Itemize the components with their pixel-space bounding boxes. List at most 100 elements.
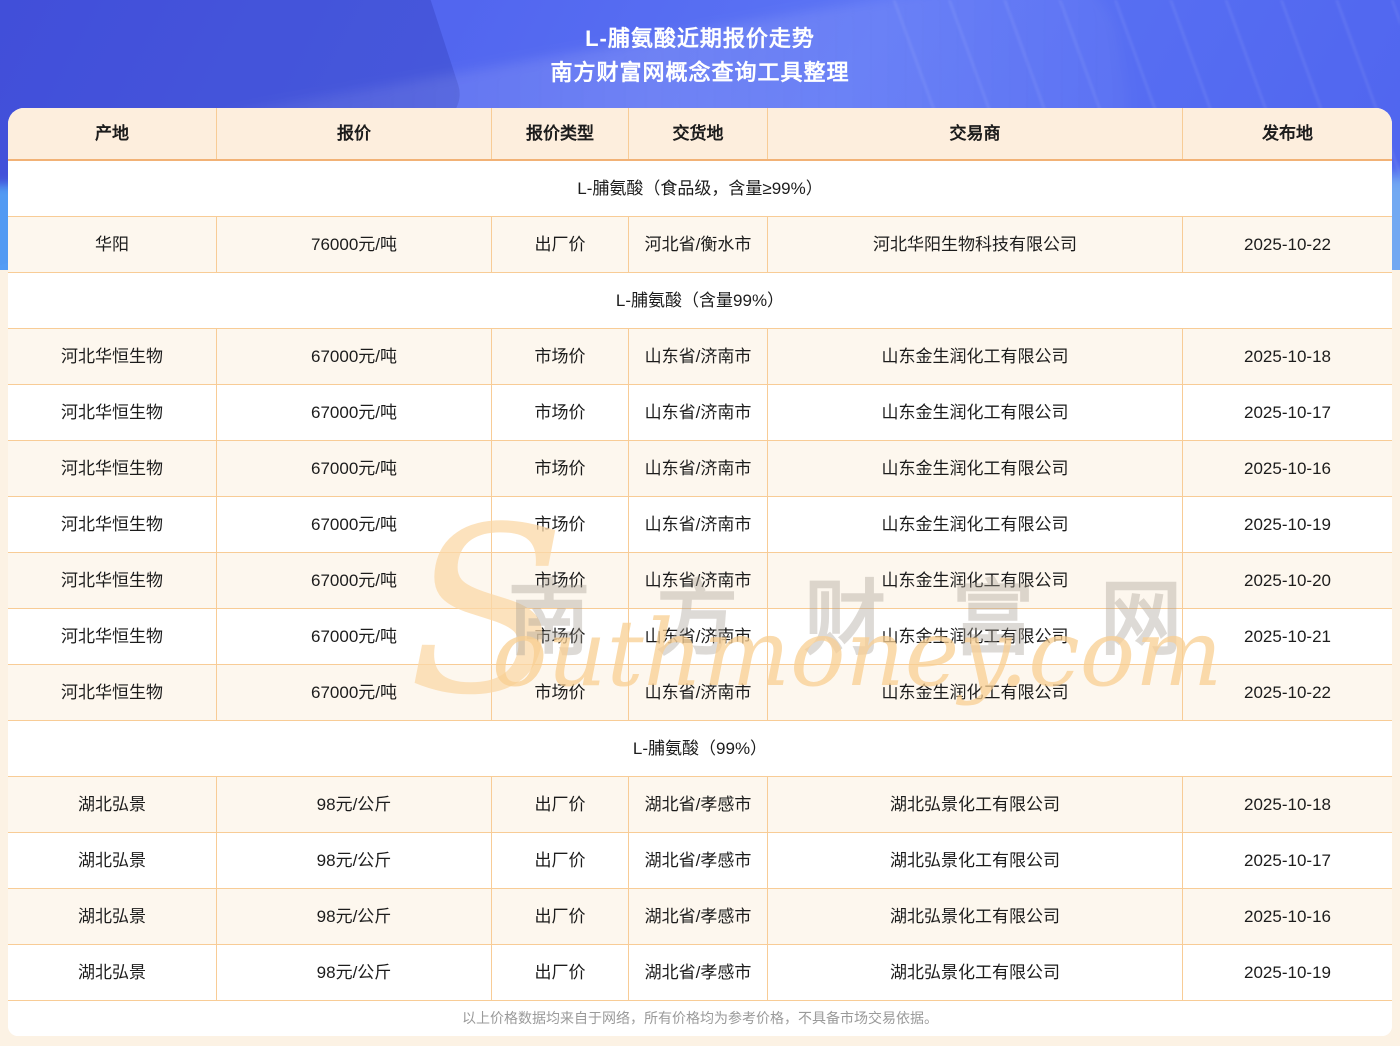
cell-origin: 河北华恒生物 xyxy=(8,329,217,384)
disclaimer-row: 以上价格数据均来自于网络，所有价格均为参考价格，不具备市场交易依据。 xyxy=(8,1001,1392,1036)
cell-price: 67000元/吨 xyxy=(217,665,492,720)
cell-date: 2025-10-21 xyxy=(1244,626,1331,646)
cell-price-type: 市场价 xyxy=(492,497,629,552)
table-header-row: 产地 报价 报价类型 交货地 交易商 发布地 xyxy=(8,108,1392,161)
cell-price-type: 市场价 xyxy=(492,329,629,384)
cell-date: 2025-10-22 xyxy=(1244,234,1331,254)
cell-delivery: 湖北省/孝感市 xyxy=(629,833,768,888)
cell-date: 2025-10-18 xyxy=(1244,794,1331,814)
header-price: 报价 xyxy=(217,108,492,159)
table-row: 河北华恒生物 67000元/吨 市场价 山东省/济南市 山东金生润化工有限公司 … xyxy=(8,441,1392,497)
cell-price: 67000元/吨 xyxy=(217,553,492,608)
table-row: 湖北弘景 98元/公斤 出厂价 湖北省/孝感市 湖北弘景化工有限公司 2025-… xyxy=(8,777,1392,833)
cell-date: 2025-10-20 xyxy=(1244,570,1331,590)
cell-trader: 河北华阳生物科技有限公司 xyxy=(768,217,1183,272)
cell-delivery: 山东省/济南市 xyxy=(629,609,768,664)
table-row: 华阳 76000元/吨 出厂价 河北省/衡水市 河北华阳生物科技有限公司 202… xyxy=(8,217,1392,273)
cell-price: 67000元/吨 xyxy=(217,385,492,440)
section-row: L-脯氨酸（99%） xyxy=(8,721,1392,777)
cell-origin: 河北华恒生物 xyxy=(8,609,217,664)
cell-price-type: 市场价 xyxy=(492,553,629,608)
cell-date: 2025-10-19 xyxy=(1244,514,1331,534)
cell-origin: 河北华恒生物 xyxy=(8,553,217,608)
cell-trader: 山东金生润化工有限公司 xyxy=(768,497,1183,552)
cell-delivery: 山东省/济南市 xyxy=(629,329,768,384)
header-publish-date: 发布地 xyxy=(1262,123,1313,143)
cell-delivery: 山东省/济南市 xyxy=(629,497,768,552)
cell-price-type: 市场价 xyxy=(492,385,629,440)
cell-price-type: 出厂价 xyxy=(492,217,629,272)
banner-titles: L-脯氨酸近期报价走势 南方财富网概念查询工具整理 xyxy=(0,24,1400,88)
table-row: 河北华恒生物 67000元/吨 市场价 山东省/济南市 山东金生润化工有限公司 … xyxy=(8,329,1392,385)
cell-price: 98元/公斤 xyxy=(217,833,492,888)
cell-origin: 河北华恒生物 xyxy=(8,665,217,720)
cell-price-type: 出厂价 xyxy=(492,777,629,832)
cell-date: 2025-10-17 xyxy=(1244,402,1331,422)
header-origin: 产地 xyxy=(8,108,217,159)
cell-price: 67000元/吨 xyxy=(217,609,492,664)
cell-price-type: 出厂价 xyxy=(492,833,629,888)
cell-trader: 湖北弘景化工有限公司 xyxy=(768,833,1183,888)
disclaimer-text: 以上价格数据均来自于网络，所有价格均为参考价格，不具备市场交易依据。 xyxy=(462,1009,938,1026)
cell-delivery: 湖北省/孝感市 xyxy=(629,945,768,1000)
cell-trader: 湖北弘景化工有限公司 xyxy=(768,777,1183,832)
cell-trader: 山东金生润化工有限公司 xyxy=(768,665,1183,720)
cell-origin: 河北华恒生物 xyxy=(8,497,217,552)
cell-trader: 山东金生润化工有限公司 xyxy=(768,329,1183,384)
cell-origin: 湖北弘景 xyxy=(8,889,217,944)
cell-delivery: 山东省/济南市 xyxy=(629,665,768,720)
cell-trader: 湖北弘景化工有限公司 xyxy=(768,945,1183,1000)
cell-price: 76000元/吨 xyxy=(217,217,492,272)
cell-price-type: 出厂价 xyxy=(492,945,629,1000)
cell-price: 67000元/吨 xyxy=(217,441,492,496)
cell-delivery: 山东省/济南市 xyxy=(629,441,768,496)
cell-date: 2025-10-16 xyxy=(1244,906,1331,926)
section-label: L-脯氨酸（食品级，含量≥99%） xyxy=(577,178,823,198)
table-row: 河北华恒生物 67000元/吨 市场价 山东省/济南市 山东金生润化工有限公司 … xyxy=(8,665,1392,721)
header-delivery: 交货地 xyxy=(629,108,768,159)
table-row: 湖北弘景 98元/公斤 出厂价 湖北省/孝感市 湖北弘景化工有限公司 2025-… xyxy=(8,833,1392,889)
cell-price-type: 出厂价 xyxy=(492,889,629,944)
cell-price: 67000元/吨 xyxy=(217,497,492,552)
cell-trader: 湖北弘景化工有限公司 xyxy=(768,889,1183,944)
cell-date: 2025-10-18 xyxy=(1244,346,1331,366)
cell-trader: 山东金生润化工有限公司 xyxy=(768,553,1183,608)
cell-price-type: 市场价 xyxy=(492,609,629,664)
cell-origin: 河北华恒生物 xyxy=(8,441,217,496)
table-row: 河北华恒生物 67000元/吨 市场价 山东省/济南市 山东金生润化工有限公司 … xyxy=(8,609,1392,665)
cell-date: 2025-10-16 xyxy=(1244,458,1331,478)
cell-date: 2025-10-19 xyxy=(1244,962,1331,982)
cell-price: 98元/公斤 xyxy=(217,777,492,832)
header-trader: 交易商 xyxy=(768,108,1183,159)
cell-origin: 河北华恒生物 xyxy=(8,385,217,440)
cell-delivery: 山东省/济南市 xyxy=(629,385,768,440)
header-price-type: 报价类型 xyxy=(492,108,629,159)
cell-delivery: 山东省/济南市 xyxy=(629,553,768,608)
table-row: 湖北弘景 98元/公斤 出厂价 湖北省/孝感市 湖北弘景化工有限公司 2025-… xyxy=(8,945,1392,1001)
cell-price-type: 市场价 xyxy=(492,441,629,496)
cell-origin: 华阳 xyxy=(8,217,217,272)
cell-delivery: 河北省/衡水市 xyxy=(629,217,768,272)
page-subtitle: 南方财富网概念查询工具整理 xyxy=(550,60,850,85)
cell-date: 2025-10-22 xyxy=(1244,682,1331,702)
section-row: L-脯氨酸（含量99%） xyxy=(8,273,1392,329)
cell-trader: 山东金生润化工有限公司 xyxy=(768,385,1183,440)
cell-trader: 山东金生润化工有限公司 xyxy=(768,441,1183,496)
cell-price-type: 市场价 xyxy=(492,665,629,720)
cell-date: 2025-10-17 xyxy=(1244,850,1331,870)
cell-origin: 湖北弘景 xyxy=(8,945,217,1000)
table-row: 河北华恒生物 67000元/吨 市场价 山东省/济南市 山东金生润化工有限公司 … xyxy=(8,497,1392,553)
section-label: L-脯氨酸（99%） xyxy=(632,738,768,758)
price-table: 产地 报价 报价类型 交货地 交易商 发布地 L-脯氨酸（食品级，含量≥99%）… xyxy=(8,108,1392,1036)
cell-origin: 湖北弘景 xyxy=(8,777,217,832)
cell-trader: 山东金生润化工有限公司 xyxy=(768,609,1183,664)
page-title: L-脯氨酸近期报价走势 xyxy=(585,26,815,51)
cell-price: 67000元/吨 xyxy=(217,329,492,384)
table-row: 河北华恒生物 67000元/吨 市场价 山东省/济南市 山东金生润化工有限公司 … xyxy=(8,385,1392,441)
cell-delivery: 湖北省/孝感市 xyxy=(629,889,768,944)
cell-origin: 湖北弘景 xyxy=(8,833,217,888)
table-row: 河北华恒生物 67000元/吨 市场价 山东省/济南市 山东金生润化工有限公司 … xyxy=(8,553,1392,609)
cell-price: 98元/公斤 xyxy=(217,945,492,1000)
table-row: 湖北弘景 98元/公斤 出厂价 湖北省/孝感市 湖北弘景化工有限公司 2025-… xyxy=(8,889,1392,945)
cell-price: 98元/公斤 xyxy=(217,889,492,944)
